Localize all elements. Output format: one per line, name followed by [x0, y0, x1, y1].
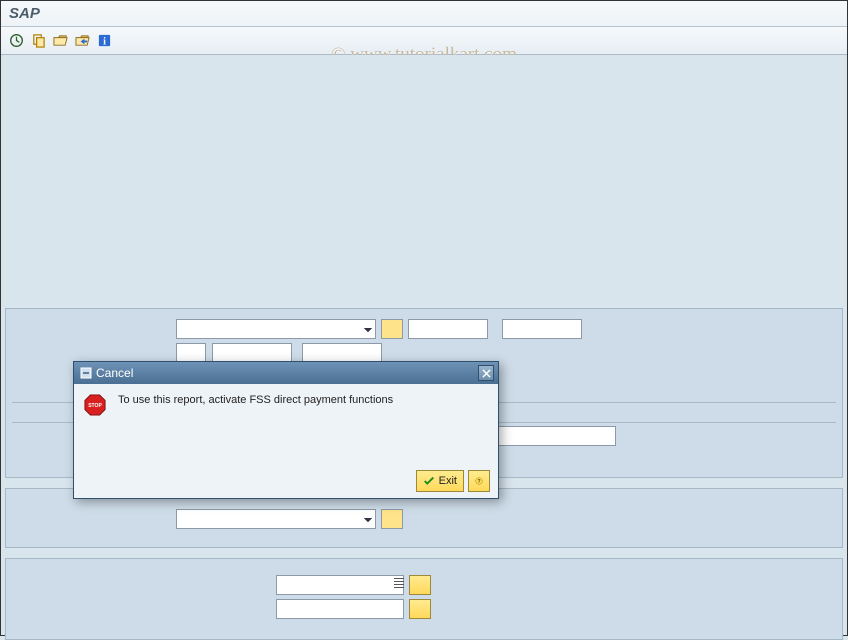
- clock-icon[interactable]: [7, 32, 25, 50]
- check-icon: [423, 475, 435, 487]
- info-icon[interactable]: i: [95, 32, 113, 50]
- help-button[interactable]: ?: [468, 470, 490, 492]
- value-help-icon[interactable]: [394, 578, 404, 590]
- panel1-text-2[interactable]: [502, 319, 582, 339]
- title-bar: SAP: [1, 1, 847, 27]
- panel1-required-field[interactable]: [381, 319, 403, 339]
- toolbar: i: [1, 27, 847, 55]
- dialog-close-button[interactable]: [478, 365, 494, 381]
- panel1-med-2[interactable]: [302, 343, 382, 363]
- exit-button-label: Exit: [439, 475, 457, 487]
- panel2-required-field[interactable]: [381, 509, 403, 529]
- dialog-title-text: Cancel: [96, 366, 133, 380]
- panel3-selection-button-2[interactable]: [409, 599, 431, 619]
- svg-text:i: i: [103, 36, 106, 47]
- panel3-selection-button-1[interactable]: [409, 575, 431, 595]
- svg-text:?: ?: [477, 479, 480, 485]
- panel3-field-1[interactable]: [276, 575, 404, 595]
- dialog-titlebar: Cancel: [74, 362, 498, 384]
- content-area: [1, 55, 847, 635]
- dialog-body: STOP To use this report, activate FSS di…: [74, 384, 498, 424]
- panel1-select[interactable]: [176, 319, 376, 339]
- exit-button[interactable]: Exit: [416, 470, 464, 492]
- app-title: SAP: [9, 5, 40, 22]
- close-icon: [482, 369, 491, 378]
- stop-icon: STOP: [84, 394, 106, 416]
- dialog-message: To use this report, activate FSS direct …: [118, 392, 393, 416]
- svg-text:STOP: STOP: [88, 403, 102, 409]
- panel1-text-1[interactable]: [408, 319, 488, 339]
- dialog-footer: Exit ?: [416, 470, 490, 492]
- open-folder-icon[interactable]: [51, 32, 69, 50]
- dialog-title-icon: [80, 367, 92, 379]
- panel2-select[interactable]: [176, 509, 376, 529]
- help-icon: ?: [475, 474, 483, 488]
- copy-icon[interactable]: [29, 32, 47, 50]
- folder-arrow-icon[interactable]: [73, 32, 91, 50]
- cancel-dialog: Cancel STOP To use this report, activate…: [73, 361, 499, 499]
- panel3-field-2[interactable]: [276, 599, 404, 619]
- panel1-med-1[interactable]: [212, 343, 292, 363]
- panel1-small-field[interactable]: [176, 343, 206, 363]
- form-panel-3: [5, 558, 843, 640]
